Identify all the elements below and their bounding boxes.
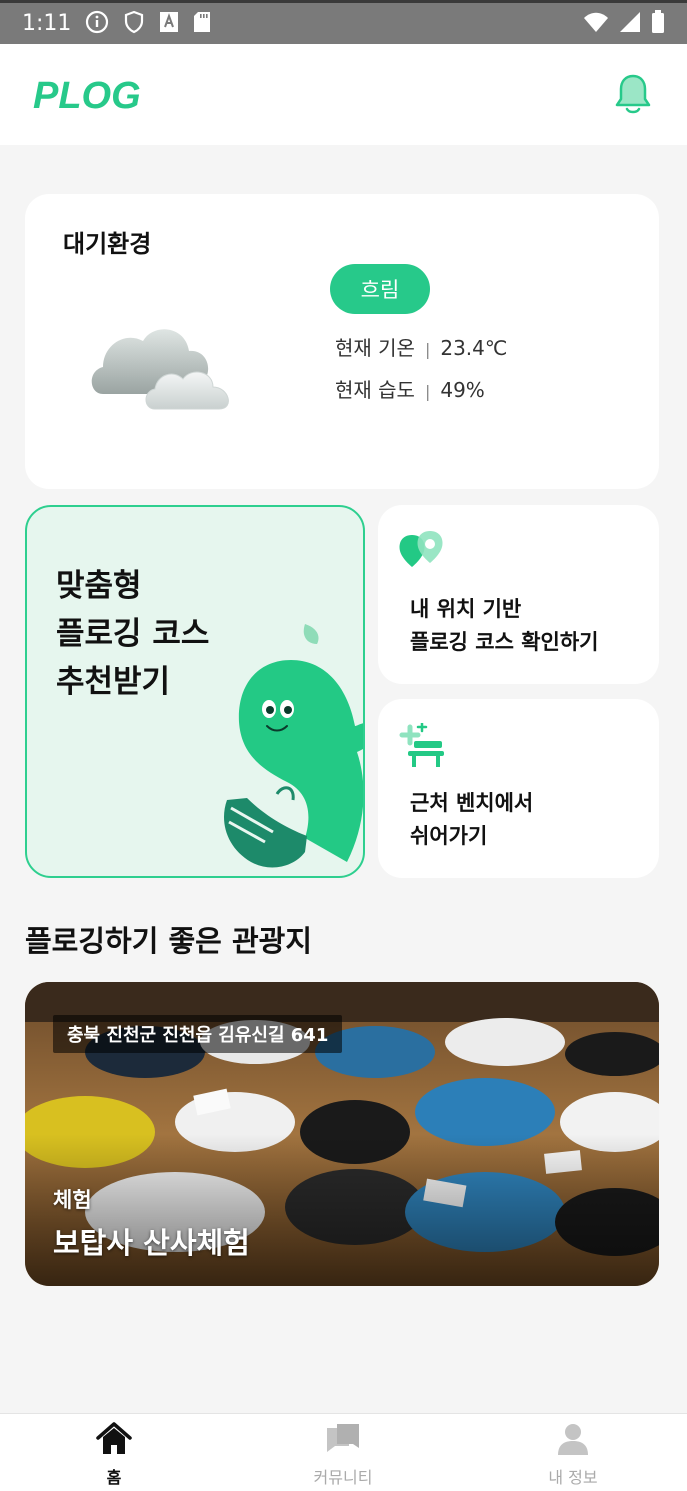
humidity-value: 49% [440,378,485,402]
weather-condition-badge: 흐림 [330,264,430,314]
info-icon [85,10,109,38]
tourist-spot-name: 보탑사 산사체험 [53,1226,250,1260]
sd-card-icon [193,11,211,37]
nearby-course-label: 내 위치 기반 플로깅 코스 확인하기 [410,593,599,659]
tourist-spot-category: 체험 [53,1188,92,1212]
nearby-course-card[interactable]: 내 위치 기반 플로깅 코스 확인하기 [378,505,659,684]
chat-icon [327,1424,359,1452]
notification-bell-icon[interactable] [612,72,654,120]
nav-profile[interactable]: 내 정보 [493,1422,653,1488]
tourist-spot-card[interactable]: 충북 진천군 진천읍 김유신길 641 체험 보탑사 산사체험 [25,982,659,1286]
status-time: 1:11 [22,11,72,36]
location-pin-icon [396,529,446,575]
reco-line: 추천받기 [56,664,171,700]
humidity-row: 현재 습도 | 49% [335,374,485,403]
home-icon [96,1422,132,1454]
weather-card: 대기환경 흐림 현재 기온 | 23.4℃ 현재 습도 | 49% [25,194,659,489]
nav-home-label: 홈 [106,1468,122,1487]
bench-line: 근처 벤치에서 [410,791,534,815]
divider: | [424,382,431,401]
reco-line: 맞춤형 [56,568,142,604]
course-recommendation-text: 맞춤형 플로깅 코스 추천받기 [56,562,209,706]
nearby-bench-card[interactable]: 근처 벤치에서 쉬어가기 [378,699,659,878]
nearby-line: 플로깅 코스 확인하기 [410,630,599,654]
weather-title: 대기환경 [63,230,152,258]
signal-icon [619,11,641,37]
temperature-row: 현재 기온 | 23.4℃ [335,332,507,361]
divider: | [424,340,431,359]
battery-icon [651,9,665,38]
nav-community-label: 커뮤니티 [313,1468,373,1487]
tourist-spot-address: 충북 진천군 진천읍 김유신길 641 [53,1015,343,1053]
bench-plus-icon [396,721,446,773]
plog-logo[interactable]: PLOG [33,72,141,120]
humidity-label: 현재 습도 [335,378,415,402]
nav-community[interactable]: 커뮤니티 [263,1422,423,1488]
nearby-line: 내 위치 기반 [410,597,522,621]
nearby-bench-label: 근처 벤치에서 쉬어가기 [410,787,533,853]
nav-profile-label: 내 정보 [548,1468,598,1487]
section-title: 플로깅하기 좋은 관광지 [25,924,312,958]
mascot-illustration [207,622,363,876]
cloudy-weather-icon [85,309,245,418]
nav-home[interactable]: 홈 [34,1422,194,1488]
logo-text: PLOG [33,75,141,116]
status-bar: 1:11 [0,0,687,44]
user-icon [558,1424,588,1455]
app-header: PLOG [0,44,687,145]
wifi-icon [583,11,609,37]
bottom-navigation: 홈 커뮤니티 내 정보 [0,1413,687,1491]
course-recommendation-card[interactable]: 맞춤형 플로깅 코스 추천받기 [25,505,365,878]
bench-line: 쉬어가기 [410,824,488,848]
reco-line: 플로깅 코스 [56,616,210,652]
temperature-label: 현재 기온 [335,336,415,360]
shield-icon [123,10,145,38]
temperature-value: 23.4℃ [440,336,508,360]
translate-icon [159,11,179,37]
